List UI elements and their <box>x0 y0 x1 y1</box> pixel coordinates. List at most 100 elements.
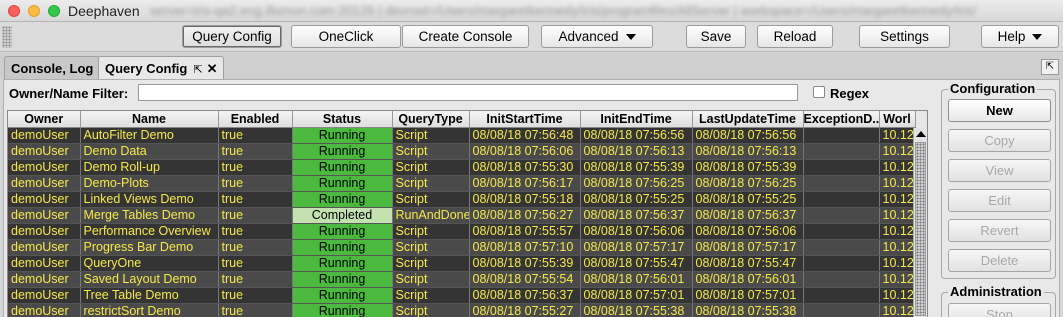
revert-button[interactable]: Revert <box>948 219 1051 242</box>
column-header[interactable]: Enabled <box>218 111 293 128</box>
column-header[interactable]: InitStartTime <box>469 111 581 128</box>
table-scrollbar[interactable] <box>913 128 927 317</box>
table-row[interactable]: demoUser restrictSort Demo true Running Scri… <box>8 303 916 317</box>
scroll-up-icon[interactable] <box>916 131 926 137</box>
table-row[interactable]: demoUser Demo Roll-up true Running Script 08/… <box>8 159 916 176</box>
table-cell: 10.12 <box>879 223 916 240</box>
table-cell: 08/08/18 07:56:56 <box>692 127 804 144</box>
view-button[interactable]: View <box>948 159 1051 182</box>
help-menu-button[interactable]: Help <box>981 25 1059 48</box>
table-cell: demoUser <box>8 159 81 176</box>
table-row[interactable]: demoUser Merge Tables Demo true Completed Ru… <box>8 207 916 224</box>
table-row[interactable]: demoUser Demo-Plots true Running Script 08/08… <box>8 175 916 192</box>
table-row[interactable]: demoUser Linked Views Demo true Running Scri… <box>8 191 916 208</box>
create-console-button[interactable]: Create Console <box>402 25 529 48</box>
table-cell <box>803 255 880 272</box>
column-header[interactable]: InitEndTime <box>580 111 693 128</box>
save-button[interactable]: Save <box>686 25 746 48</box>
table-row[interactable]: demoUser Tree Table Demo true Running Script… <box>8 287 916 304</box>
table-cell: Progress Bar Demo <box>80 239 219 256</box>
configuration-group: Configuration New Copy View Edit Revert Delet… <box>941 81 1056 279</box>
table-cell: 10.12 <box>879 287 916 304</box>
administration-group: Administration Stop <box>941 284 1056 317</box>
table-row[interactable]: demoUser Saved Layout Demo true Running Scri… <box>8 271 916 288</box>
chevron-down-icon <box>625 34 636 40</box>
column-header[interactable]: Worl <box>879 111 916 128</box>
query-config-panel: Owner/Name Filter: Regex Owner Name Enable… <box>3 79 1060 317</box>
table-cell: 08/08/18 07:56:56 <box>580 127 693 144</box>
owner-name-filter-input[interactable] <box>138 84 798 101</box>
table-cell: demoUser <box>8 223 81 240</box>
table-row[interactable]: demoUser Performance Overview true Running S… <box>8 223 916 240</box>
table-cell: 08/08/18 07:56:37 <box>469 287 581 304</box>
stop-button[interactable]: Stop <box>948 303 1051 317</box>
table-cell: demoUser <box>8 127 81 144</box>
table-cell: 08/08/18 07:56:13 <box>580 143 693 160</box>
table-row[interactable]: demoUser AutoFilter Demo true Running Script… <box>8 127 916 144</box>
settings-button[interactable]: Settings <box>859 25 950 48</box>
table-cell: 10.12 <box>879 207 916 224</box>
table-cell: 08/08/18 07:55:38 <box>692 303 804 317</box>
tab-query-config[interactable]: Query Config ⇱ ✕ <box>98 56 225 79</box>
table-cell: true <box>218 191 293 208</box>
table-cell: 08/08/18 07:56:06 <box>580 223 693 240</box>
column-header[interactable]: Name <box>80 111 219 128</box>
column-header[interactable]: Status <box>292 111 393 128</box>
table-cell: 08/08/18 07:56:25 <box>580 175 693 192</box>
table-header-row: Owner Name Enabled Status QueryType InitStart… <box>8 111 916 128</box>
table-cell <box>803 223 880 240</box>
query-config-button[interactable]: Query Config <box>182 25 282 48</box>
column-header[interactable]: ExceptionD... <box>803 111 880 128</box>
scrollbar-thumb[interactable] <box>915 142 926 316</box>
oneclick-button[interactable]: OneClick <box>291 25 401 48</box>
configuration-title: Configuration <box>948 81 1038 96</box>
column-header[interactable]: QueryType <box>392 111 470 128</box>
status-cell: Running <box>292 239 393 256</box>
status-cell: Running <box>292 271 393 288</box>
column-header[interactable]: Owner <box>8 111 81 128</box>
table-cell <box>803 127 880 144</box>
minimize-window-button[interactable] <box>28 5 40 17</box>
close-window-button[interactable] <box>8 5 20 17</box>
table-cell <box>803 271 880 288</box>
table-row[interactable]: demoUser Demo Data true Running Script 08/08/… <box>8 143 916 160</box>
table-cell: true <box>218 239 293 256</box>
table-cell: true <box>218 271 293 288</box>
maximize-icon[interactable]: ⇱ <box>1041 59 1059 75</box>
column-header[interactable]: LastUpdateTime <box>692 111 804 128</box>
copy-button[interactable]: Copy <box>948 129 1051 152</box>
table-cell: restrictSort Demo <box>80 303 219 317</box>
undock-icon[interactable]: ⇱ <box>193 64 202 76</box>
table-cell: 08/08/18 07:56:01 <box>580 271 693 288</box>
table-cell <box>803 191 880 208</box>
table-cell: demoUser <box>8 207 81 224</box>
table-cell: 08/08/18 07:55:47 <box>580 255 693 272</box>
status-cell: Running <box>292 159 393 176</box>
toolbar-grip-icon[interactable] <box>2 26 12 48</box>
reload-button[interactable]: Reload <box>757 25 833 48</box>
table-cell: 08/08/18 07:56:13 <box>692 143 804 160</box>
table-cell: 08/08/18 07:56:06 <box>469 143 581 160</box>
new-button[interactable]: New <box>948 99 1051 122</box>
table-cell: true <box>218 255 293 272</box>
table-cell: Script <box>392 255 470 272</box>
advanced-menu-button[interactable]: Advanced <box>541 25 653 48</box>
table-cell: Script <box>392 271 470 288</box>
table-cell: 08/08/18 07:55:39 <box>580 159 693 176</box>
table-cell: demoUser <box>8 191 81 208</box>
table-cell: 08/08/18 07:56:17 <box>469 175 581 192</box>
table-row[interactable]: demoUser Progress Bar Demo true Running Scri… <box>8 239 916 256</box>
table-cell: true <box>218 303 293 317</box>
window-titlebar: Deephaven server=iris-qa2.eng.illumon.co… <box>0 0 1063 22</box>
table-row[interactable]: demoUser QueryOne true Running Script 08/08/1… <box>8 255 916 272</box>
close-icon[interactable]: ✕ <box>207 61 218 76</box>
edit-button[interactable]: Edit <box>948 189 1051 212</box>
status-cell: Running <box>292 255 393 272</box>
tab-strip: Console, Log Query Config ⇱ ✕ ⇱ <box>0 53 1063 79</box>
table-cell: Performance Overview <box>80 223 219 240</box>
delete-button[interactable]: Delete <box>948 249 1051 272</box>
zoom-window-button[interactable] <box>48 5 60 17</box>
regex-checkbox[interactable] <box>813 86 825 98</box>
table-cell <box>803 287 880 304</box>
tab-console-log[interactable]: Console, Log <box>4 56 101 79</box>
